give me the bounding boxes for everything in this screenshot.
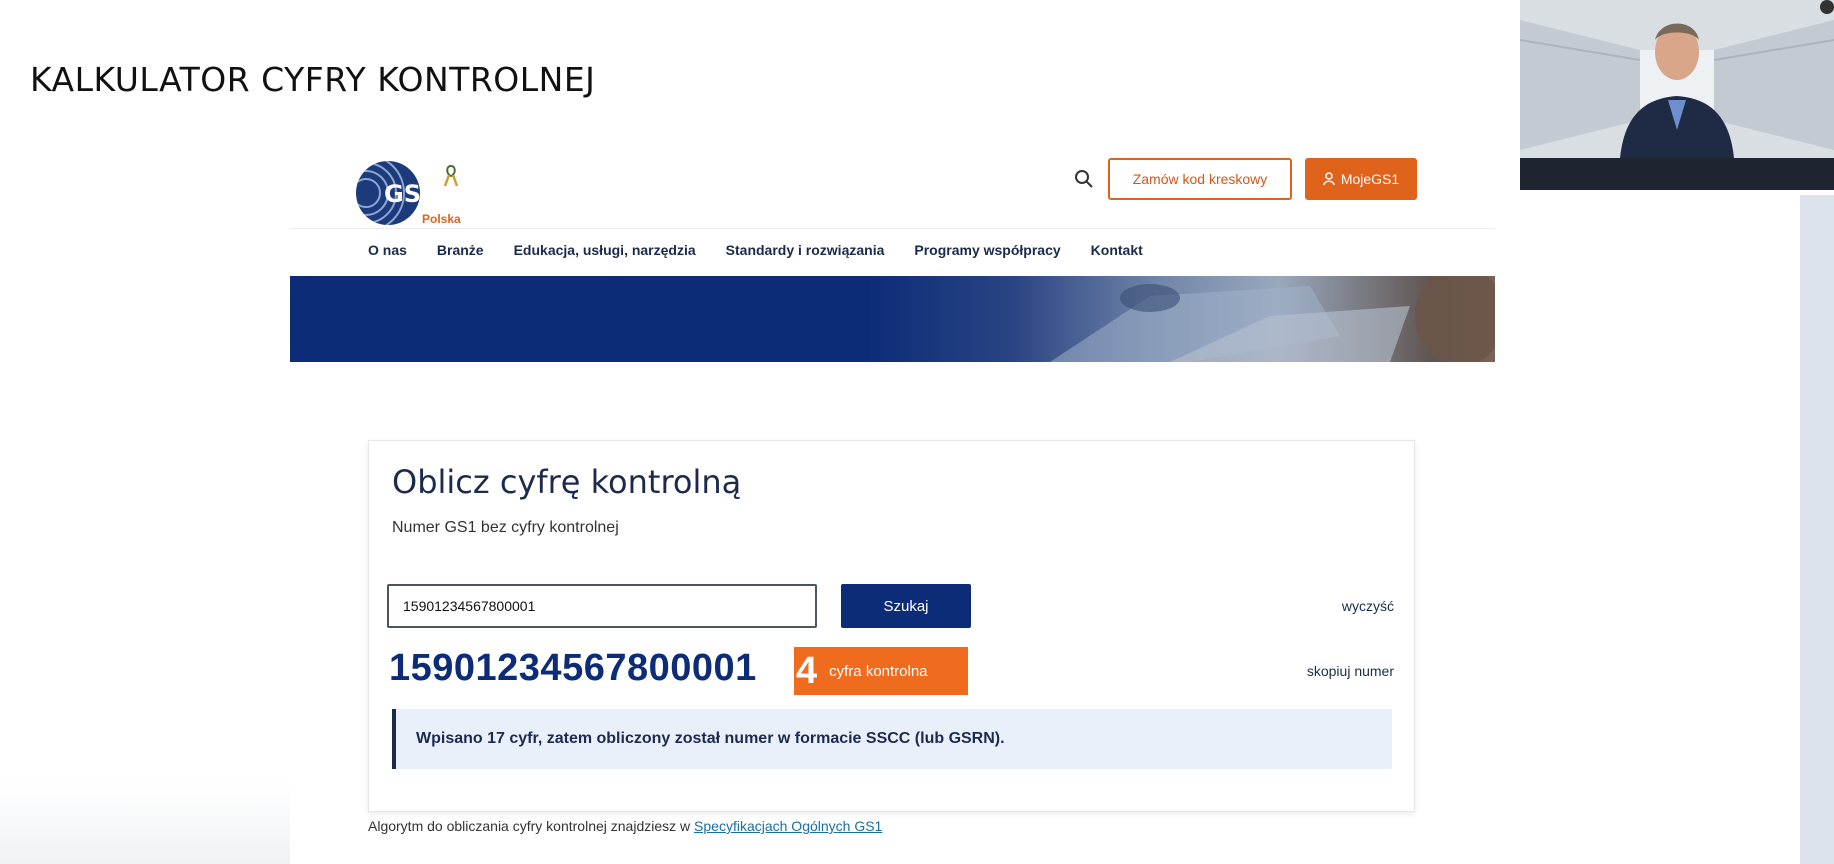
scrollbar[interactable] <box>1800 195 1834 864</box>
clear-link[interactable]: wyczyść <box>1342 598 1394 614</box>
input-label: Numer GS1 bez cyfry kontrolnej <box>392 519 619 536</box>
search-icon[interactable] <box>1073 168 1095 190</box>
footer-note: Algorytm do obliczania cyfry kontrolnej … <box>368 818 882 834</box>
order-barcode-button[interactable]: Zamów kod kreskowy <box>1108 158 1292 200</box>
nav-divider <box>290 228 1495 229</box>
moje-gs1-button[interactable]: MojeGS1 <box>1305 158 1417 200</box>
logo-country: Polska <box>422 212 461 226</box>
specifications-link[interactable]: Specyfikacjach Ogólnych GS1 <box>694 818 882 834</box>
nav-item-o-nas[interactable]: O nas <box>368 242 407 258</box>
copy-number-link[interactable]: skopiuj numer <box>1307 663 1394 679</box>
gs1-logo[interactable]: GS1 Polska <box>356 146 466 226</box>
info-message: Wpisano 17 cyfr, zatem obliczony został … <box>392 709 1392 769</box>
check-digit-calculator: Oblicz cyfrę kontrolną Numer GS1 bez cyf… <box>368 440 1415 812</box>
main-nav: O nas Branże Edukacja, usługi, narzędzia… <box>368 242 1143 258</box>
close-icon[interactable] <box>1820 0 1834 14</box>
logo-text: GS1 <box>384 180 438 208</box>
ribbon-icon <box>444 164 458 187</box>
slide-title: KALKULATOR CYFRY KONTROLNEJ <box>30 60 596 99</box>
nav-item-standardy[interactable]: Standardy i rozwiązania <box>726 242 885 258</box>
nav-item-branze[interactable]: Branże <box>437 242 484 258</box>
check-digit-badge: 4 cyfra kontrolna <box>794 647 968 695</box>
result-number: 15901234567800001 <box>389 647 757 689</box>
nav-item-programy[interactable]: Programy współpracy <box>914 242 1060 258</box>
nav-item-kontakt[interactable]: Kontakt <box>1091 242 1143 258</box>
footer-note-text: Algorytm do obliczania cyfry kontrolnej … <box>368 818 691 834</box>
moje-gs1-label: MojeGS1 <box>1340 171 1400 187</box>
gs1-webpage: GS1 Polska Zamów kod kreskowy MojeGS1 O … <box>290 130 1495 864</box>
calculator-title: Oblicz cyfrę kontrolną <box>392 463 742 501</box>
check-digit-value: 4 <box>796 649 818 692</box>
nav-item-edukacja[interactable]: Edukacja, usługi, narzędzia <box>514 242 696 258</box>
hero-banner <box>290 276 1495 362</box>
gs1-number-input[interactable] <box>387 584 817 628</box>
webcam-inset <box>1520 0 1834 190</box>
banner-image <box>1050 276 1495 362</box>
search-button[interactable]: Szukaj <box>841 584 971 628</box>
webcam-caption <box>1520 158 1834 190</box>
user-icon <box>1323 172 1335 186</box>
edge-gradient <box>0 780 290 864</box>
check-digit-label: cyfra kontrolna <box>829 662 928 680</box>
